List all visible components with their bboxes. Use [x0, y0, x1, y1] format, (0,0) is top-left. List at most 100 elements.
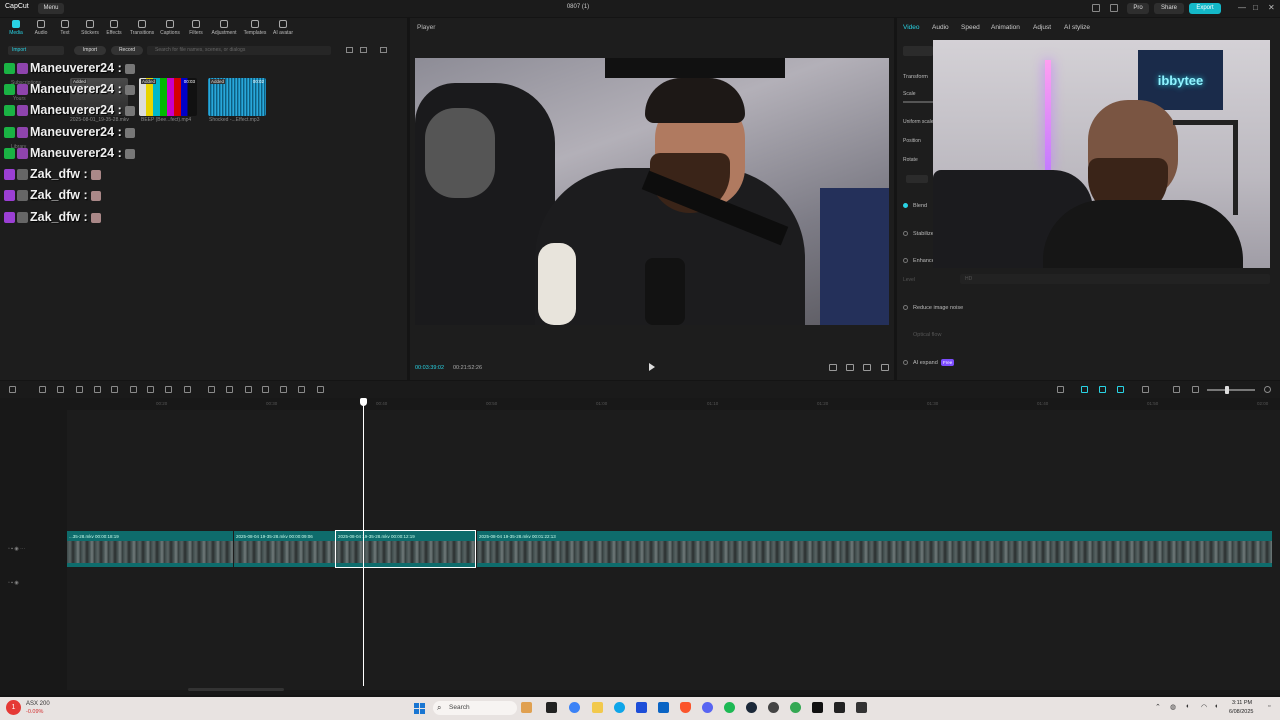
stabilize-toggle[interactable]	[903, 231, 908, 236]
zoom-slider[interactable]	[1207, 389, 1255, 391]
audio-track-controls[interactable]: ▫ ▪ ◉	[8, 580, 19, 586]
video-preview[interactable]	[415, 58, 889, 325]
close-icon[interactable]: ✕	[1268, 3, 1275, 12]
delete-icon[interactable]	[130, 386, 137, 393]
outlook-icon[interactable]	[658, 702, 669, 713]
tab-templates[interactable]: Templates	[242, 20, 268, 36]
brave-icon[interactable]	[680, 702, 691, 713]
copilot-icon[interactable]	[569, 702, 580, 713]
playhead[interactable]	[363, 398, 364, 686]
sort-icon[interactable]	[346, 47, 353, 53]
shortcut-icon[interactable]	[1110, 4, 1118, 12]
quality-icon[interactable]	[863, 364, 871, 371]
stocks-widget-icon[interactable]: 1	[6, 700, 21, 715]
enhance-toggle[interactable]	[903, 258, 908, 263]
tab-speed[interactable]: Speed	[961, 24, 980, 31]
scale-slider[interactable]	[903, 101, 933, 103]
tab-stickers[interactable]: Stickers	[77, 20, 103, 36]
widget-icon[interactable]	[521, 702, 532, 713]
spotify-icon[interactable]	[724, 702, 735, 713]
capcut-icon[interactable]	[812, 702, 823, 713]
preview-icon[interactable]	[1142, 386, 1149, 393]
undo-icon[interactable]	[39, 386, 46, 393]
select-icon[interactable]	[9, 386, 16, 393]
discord-icon[interactable]	[702, 702, 713, 713]
caption-track-icon[interactable]	[1173, 386, 1180, 393]
tab-animation[interactable]: Animation	[991, 24, 1020, 31]
maximize-icon[interactable]: □	[1253, 3, 1258, 12]
video-clip-selected[interactable]: 2025-08-04 19-35-28.mkv 00:00:12:19	[335, 530, 476, 568]
tab-video[interactable]: Video	[903, 24, 920, 31]
filter-icon[interactable]	[380, 47, 387, 53]
ai-icon[interactable]	[317, 386, 324, 393]
freeze-icon[interactable]	[208, 386, 215, 393]
tab-ai-stylize[interactable]: AI stylize	[1064, 24, 1090, 31]
zoom-out-icon[interactable]	[1192, 386, 1199, 393]
magic-icon[interactable]	[262, 386, 269, 393]
redo-icon[interactable]	[57, 386, 64, 393]
link-icon[interactable]	[1081, 386, 1088, 393]
store-icon[interactable]	[636, 702, 647, 713]
timeline-scrollbar[interactable]	[188, 688, 284, 691]
tab-adjust[interactable]: Adjust	[1033, 24, 1051, 31]
tab-adjustment[interactable]: Adjustment	[211, 20, 237, 36]
ratio-icon[interactable]	[829, 364, 837, 371]
crop-icon[interactable]	[165, 386, 172, 393]
align-buttons[interactable]	[906, 175, 928, 183]
split-icon[interactable]	[76, 386, 83, 393]
video-clip[interactable]: 2025-08-04 19-35-28.mkv 00:01:22:13	[477, 531, 1272, 567]
mirror-icon[interactable]	[226, 386, 233, 393]
export-button[interactable]: Export	[1189, 3, 1221, 14]
magnet-icon[interactable]	[1099, 386, 1106, 393]
track-lock-icon[interactable]: ▫ ▪ ◉ ⋯	[8, 546, 25, 552]
ai-expand-toggle[interactable]	[903, 360, 908, 365]
terminal-icon[interactable]	[834, 702, 845, 713]
play-icon[interactable]	[649, 363, 655, 371]
network-tray-icon[interactable]: ◍	[1170, 703, 1176, 711]
media-item[interactable]: Added 00:03	[139, 78, 197, 116]
tab-filters[interactable]: Filters	[183, 20, 209, 36]
media-search-input[interactable]: Search for file names, scenes, or dialog…	[147, 46, 331, 55]
tab-effects[interactable]: Effects	[101, 20, 127, 36]
file-explorer-icon[interactable]	[592, 702, 603, 713]
tab-transitions[interactable]: Transitions	[129, 20, 155, 36]
tray-chevron-icon[interactable]: ⌃	[1155, 703, 1161, 711]
windows-start-icon[interactable]	[414, 703, 425, 714]
video-clip[interactable]: 2025-08-04 19-35-28.mkv 00:00:09:06	[234, 531, 335, 567]
tab-audio[interactable]: Audio	[28, 20, 54, 36]
layout-icon[interactable]	[1092, 4, 1100, 12]
level-select[interactable]: HD	[960, 274, 1270, 284]
tab-captions[interactable]: Captions	[157, 20, 183, 36]
notification-icon[interactable]: ▫	[1268, 703, 1270, 710]
app-icon[interactable]	[856, 702, 867, 713]
tab-audio-settings[interactable]: Audio	[932, 24, 949, 31]
tab-ai-avatar[interactable]: AI avatar	[270, 20, 296, 36]
wifi-icon[interactable]: ◠	[1201, 703, 1207, 711]
tab-text[interactable]: Text	[52, 20, 78, 36]
blend-toggle[interactable]	[903, 203, 908, 208]
sub-tab[interactable]	[903, 46, 933, 56]
pro-button[interactable]: Pro	[1127, 3, 1149, 14]
microphone-icon[interactable]	[1057, 386, 1064, 393]
rotate-icon[interactable]	[245, 386, 252, 393]
sidebar-import[interactable]: Import	[8, 46, 64, 55]
fit-icon[interactable]	[846, 364, 854, 371]
trim-right-icon[interactable]	[111, 386, 118, 393]
image-icon[interactable]	[298, 386, 305, 393]
view-icon[interactable]	[360, 47, 367, 53]
import-button[interactable]: Import	[74, 46, 106, 55]
zoom-in-icon[interactable]	[1264, 386, 1271, 393]
playhead-handle[interactable]	[360, 398, 367, 406]
media-item[interactable]: Added 00:02	[208, 78, 266, 116]
snap-icon[interactable]	[1117, 386, 1124, 393]
minimize-icon[interactable]: —	[1238, 3, 1246, 12]
clock-time[interactable]: 3:11 PM	[1232, 700, 1252, 706]
obs-icon[interactable]	[768, 702, 779, 713]
volume-icon[interactable]: ◖	[1214, 703, 1218, 710]
speed-icon[interactable]	[184, 386, 191, 393]
zoom-handle[interactable]	[1225, 386, 1229, 394]
share-button[interactable]: Share	[1154, 3, 1184, 14]
trim-left-icon[interactable]	[94, 386, 101, 393]
subtitle-icon[interactable]	[280, 386, 287, 393]
steam-icon[interactable]	[746, 702, 757, 713]
